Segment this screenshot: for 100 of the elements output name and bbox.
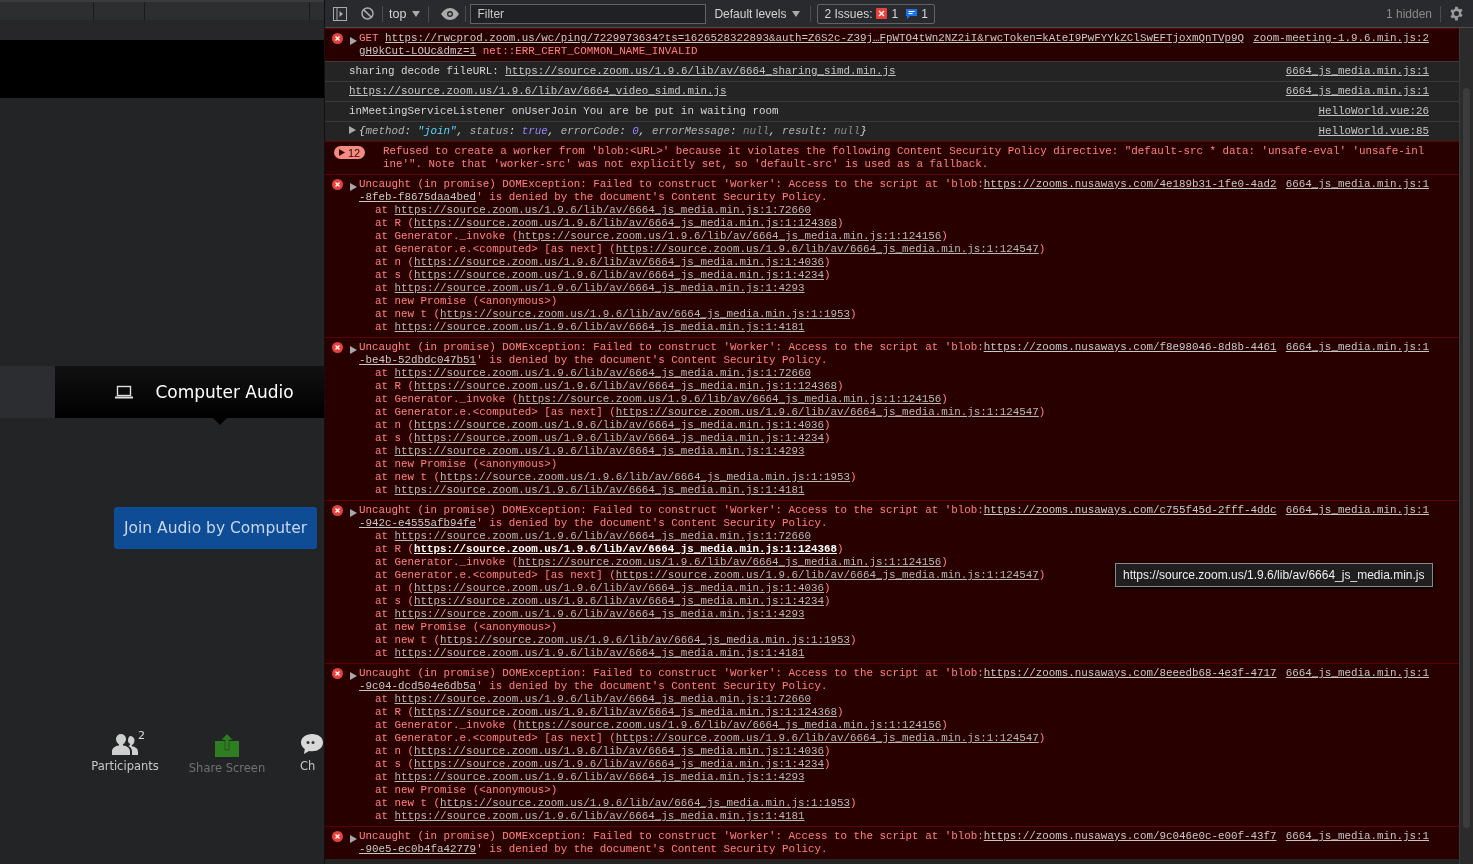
- file-link[interactable]: https://source.zoom.us/1.9.6/lib/av/6664_js_media.min.js:1:1953: [440, 471, 851, 483]
- file-link[interactable]: https://source.zoom.us/1.9.6/lib/av/6664_js_media.min.js:1:72660: [394, 367, 811, 379]
- source-link[interactable]: 6664_js_media.min.js:1: [1285, 85, 1429, 98]
- file-link[interactable]: https://source.zoom.us/1.9.6/lib/av/6664_js_media.min.js:1:124547: [615, 569, 1039, 581]
- source-link[interactable]: 6664_js_media.min.js:1: [1285, 830, 1429, 856]
- scrollbar[interactable]: [1459, 28, 1473, 864]
- caret-icon: [412, 10, 421, 17]
- expand-icon[interactable]: [350, 37, 357, 45]
- file-link[interactable]: https://source.zoom.us/1.9.6/lib/av/6664_js_media.min.js:1:4234: [414, 432, 825, 444]
- context-dropdown[interactable]: top: [389, 6, 421, 21]
- file-link[interactable]: https://source.zoom.us/1.9.6/lib/av/6664_js_media.min.js:1:124156: [518, 230, 942, 242]
- file-link[interactable]: https://source.zoom.us/1.9.6/lib/av/6664_js_media.min.js:1:4036: [414, 582, 825, 594]
- expand-icon[interactable]: [350, 183, 357, 191]
- file-link[interactable]: https://source.zoom.us/1.9.6/lib/av/6664_sharing_simd.min.js: [505, 65, 896, 77]
- frame-text: at Generator.e.<computed> [as next] (: [375, 732, 616, 744]
- join-audio-button[interactable]: Join Audio by Computer: [114, 507, 317, 549]
- frame-text: ): [824, 758, 831, 770]
- clear-console-button[interactable]: [361, 7, 374, 20]
- file-link[interactable]: https://source.zoom.us/1.9.6/lib/av/6664_js_media.min.js:1:1953: [440, 797, 851, 809]
- audio-tab[interactable]: Computer Audio: [55, 366, 324, 418]
- file-link[interactable]: https://source.zoom.us/1.9.6/lib/av/6664_js_media.min.js:1:124156: [518, 393, 942, 405]
- file-link[interactable]: https://source.zoom.us/1.9.6/lib/av/6664_js_media.min.js:1:4036: [414, 256, 825, 268]
- file-link[interactable]: https://source.zoom.us/1.9.6/lib/av/6664_js_media.min.js:1:72660: [394, 693, 811, 705]
- error-message: Refused to create a worker from 'blob:<URL>' because it violates the following Content Security Policy directive: "default-src * data: 'unsafe-eval' 'unsafe-inline'". Note that 'worker-src' was not explicitly set, so 'default-src' is used as a fallback.: [383, 145, 1425, 170]
- chat-button[interactable]: Ch: [300, 733, 324, 773]
- expand-icon[interactable]: [349, 126, 356, 134]
- message-icon: [906, 8, 918, 19]
- frame-text: ): [837, 706, 844, 718]
- file-link[interactable]: https://source.zoom.us/1.9.6/lib/av/6664_js_media.min.js:1:124156: [518, 556, 942, 568]
- source-link[interactable]: 6664_js_media.min.js:1: [1285, 341, 1429, 497]
- source-link[interactable]: 6664_js_media.min.js:1: [1285, 65, 1429, 78]
- frame-text: at: [375, 693, 389, 705]
- frame-text: ): [837, 543, 844, 555]
- source-link[interactable]: HelloWorld.vue:26: [1318, 105, 1429, 118]
- file-link[interactable]: https://source.zoom.us/1.9.6/lib/av/6664_js_media.min.js:1:4234: [414, 758, 825, 770]
- file-link[interactable]: https://source.zoom.us/1.9.6/lib/av/6664_video_simd.min.js: [349, 85, 727, 97]
- frame-text: at n (: [375, 745, 415, 757]
- frame-text: at new Promise (<anonymous>): [375, 784, 558, 796]
- frame-text: at new Promise (<anonymous>): [375, 295, 558, 307]
- frame-text: ): [824, 595, 831, 607]
- eye-icon: [441, 7, 460, 20]
- frame-text: at s (: [375, 269, 415, 281]
- file-link[interactable]: https://source.zoom.us/1.9.6/lib/av/6664_js_media.min.js:1:4181: [394, 321, 805, 333]
- file-link[interactable]: https://source.zoom.us/1.9.6/lib/av/6664_js_media.min.js:1:4181: [394, 810, 805, 822]
- frame-text: ): [941, 719, 948, 731]
- file-link[interactable]: https://source.zoom.us/1.9.6/lib/av/6664_js_media.min.js:1:4181: [394, 647, 805, 659]
- file-link[interactable]: https://source.zoom.us/1.9.6/lib/av/6664_js_media.min.js:1:4293: [394, 771, 805, 783]
- frame-text: at: [375, 204, 389, 216]
- frame-text: at s (: [375, 595, 415, 607]
- file-link[interactable]: https://source.zoom.us/1.9.6/lib/av/6664_js_media.min.js:1:124368: [414, 380, 838, 392]
- frame-text: ): [850, 308, 857, 320]
- file-link[interactable]: https://source.zoom.us/1.9.6/lib/av/6664_js_media.min.js:1:124547: [615, 406, 1039, 418]
- file-link[interactable]: https://source.zoom.us/1.9.6/lib/av/6664_js_media.min.js:1:4293: [394, 608, 805, 620]
- issues-button[interactable]: 2 Issues: 1 1: [817, 3, 935, 24]
- repeat-count-badge[interactable]: 12: [334, 146, 366, 159]
- levels-dropdown[interactable]: Default levels: [714, 6, 801, 21]
- file-link[interactable]: https://source.zoom.us/1.9.6/lib/av/6664_js_media.min.js:1:124156: [518, 719, 942, 731]
- expand-icon[interactable]: [350, 672, 357, 680]
- file-link[interactable]: https://source.zoom.us/1.9.6/lib/av/6664_js_media.min.js:1:4293: [394, 445, 805, 457]
- frame-text: ): [1038, 406, 1046, 418]
- frame-text: at: [375, 810, 389, 822]
- sidebar-toggle[interactable]: [333, 6, 347, 21]
- file-link[interactable]: https://source.zoom.us/1.9.6/lib/av/6664_js_media.min.js:1:124368: [414, 217, 838, 229]
- file-link[interactable]: https://source.zoom.us/1.9.6/lib/av/6664_js_media.min.js:1:1953: [440, 308, 851, 320]
- frame-text: at Generator._invoke (: [375, 393, 519, 405]
- source-link[interactable]: 6664_js_media.min.js:1: [1285, 667, 1429, 823]
- expand-icon[interactable]: [350, 835, 357, 843]
- source-link[interactable]: zoom-meeting-1.9.6.min.js:2: [1253, 32, 1429, 58]
- error-icon: [331, 831, 343, 842]
- frame-text: at: [375, 282, 389, 294]
- frame-text: ): [837, 217, 844, 229]
- file-link[interactable]: https://source.zoom.us/1.9.6/lib/av/6664_js_media.min.js:1:4293: [394, 282, 805, 294]
- file-link[interactable]: https://source.zoom.us/1.9.6/lib/av/6664_js_media.min.js:1:72660: [394, 204, 811, 216]
- source-link[interactable]: 6664_js_media.min.js:1: [1285, 178, 1429, 334]
- file-link[interactable]: https://source.zoom.us/1.9.6/lib/av/6664_js_media.min.js:1:4036: [414, 419, 825, 431]
- file-link[interactable]: https://source.zoom.us/1.9.6/lib/av/6664_js_media.min.js:1:1953: [440, 634, 851, 646]
- sidebar-icon: [333, 6, 347, 21]
- frame-text: at new Promise (<anonymous>): [375, 458, 558, 470]
- file-link[interactable]: https://source.zoom.us/1.9.6/lib/av/6664_js_media.min.js:1:4234: [414, 595, 825, 607]
- frame-text: at n (: [375, 419, 415, 431]
- settings-button[interactable]: [1449, 6, 1464, 21]
- file-link[interactable]: https://source.zoom.us/1.9.6/lib/av/6664_js_media.min.js:1:124547: [615, 732, 1039, 744]
- file-link[interactable]: https://source.zoom.us/1.9.6/lib/av/6664_js_media.min.js:1:4181: [394, 484, 805, 496]
- expand-icon[interactable]: [350, 346, 357, 354]
- source-link[interactable]: HelloWorld.vue:85: [1318, 125, 1429, 138]
- file-link[interactable]: https://source.zoom.us/1.9.6/lib/av/6664_js_media.min.js:1:124368: [414, 543, 838, 555]
- object-preview[interactable]: {method: "join", status: true, errorCode: 0, errorMessage: null, result: null}: [359, 125, 867, 137]
- frame-text: ): [824, 432, 831, 444]
- frame-text: at Generator.e.<computed> [as next] (: [375, 406, 616, 418]
- file-link[interactable]: https://source.zoom.us/1.9.6/lib/av/6664_js_media.min.js:1:72660: [394, 530, 811, 542]
- file-link[interactable]: https://source.zoom.us/1.9.6/lib/av/6664_js_media.min.js:1:4036: [414, 745, 825, 757]
- file-link[interactable]: https://source.zoom.us/1.9.6/lib/av/6664_js_media.min.js:1:4234: [414, 269, 825, 281]
- eye-button[interactable]: [441, 7, 460, 20]
- file-link[interactable]: https://source.zoom.us/1.9.6/lib/av/6664_js_media.min.js:1:124547: [615, 243, 1039, 255]
- filter-field[interactable]: Filter: [470, 3, 707, 24]
- error-message: Uncaught (in promise) DOMException: Failed to construct 'Worker': Access to the script at 'blob:https://zooms.nusaways.com/c755f45d-2fff-4ddc-942c-e4555afb94fe' is denied by the document's Content Security Policy.: [359, 504, 1278, 530]
- expand-icon[interactable]: [350, 509, 357, 517]
- settings-icon: [1449, 6, 1464, 21]
- file-link[interactable]: https://source.zoom.us/1.9.6/lib/av/6664_js_media.min.js:1:124368: [414, 706, 838, 718]
- frame-text: at R (: [375, 706, 415, 718]
